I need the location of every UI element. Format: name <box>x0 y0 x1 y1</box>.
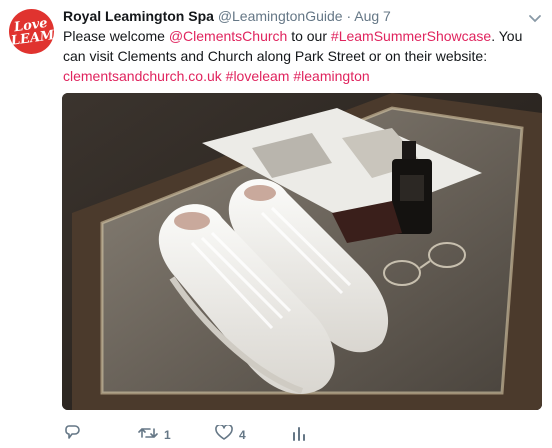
date-separator: · <box>346 8 352 24</box>
tweet-text: Please welcome @ClementsChurch to our #L… <box>63 26 543 86</box>
chevron-down-icon[interactable] <box>528 11 542 23</box>
tweet-text-part: Please welcome <box>63 28 169 44</box>
reply-icon <box>63 424 81 446</box>
retweet-icon <box>138 425 158 446</box>
like-button[interactable]: 4 <box>215 423 246 446</box>
hashtag-link[interactable]: #loveleam <box>226 68 290 84</box>
tweet-text-part: to our <box>287 28 331 44</box>
reply-button[interactable] <box>63 424 81 446</box>
analytics-button[interactable] <box>291 425 307 445</box>
display-name[interactable]: Royal Leamington Spa <box>63 8 214 24</box>
hashtag-link[interactable]: #leamington <box>293 68 369 84</box>
heart-icon <box>215 423 233 446</box>
like-count: 4 <box>239 428 246 442</box>
tweet-date[interactable]: Aug 7 <box>354 8 391 24</box>
avatar-logo-text: Love LEAM <box>9 15 54 49</box>
sneakers-photo <box>62 93 542 410</box>
profile-avatar[interactable]: Love LEAM <box>9 9 54 54</box>
hashtag-link[interactable]: #LeamSummerShowcase <box>331 28 491 44</box>
tweet-header: Royal Leamington Spa @LeamingtonGuide · … <box>63 7 391 25</box>
analytics-icon <box>291 425 307 446</box>
tweet-media-photo[interactable] <box>62 93 542 410</box>
retweet-button[interactable]: 1 <box>138 425 171 445</box>
retweet-count: 1 <box>164 428 171 442</box>
user-handle[interactable]: @LeamingtonGuide <box>218 8 343 24</box>
tweet-actions: 1 4 <box>63 423 543 446</box>
mention-link[interactable]: @ClementsChurch <box>169 28 287 44</box>
website-link[interactable]: clementsandchurch.co.uk <box>63 68 222 84</box>
